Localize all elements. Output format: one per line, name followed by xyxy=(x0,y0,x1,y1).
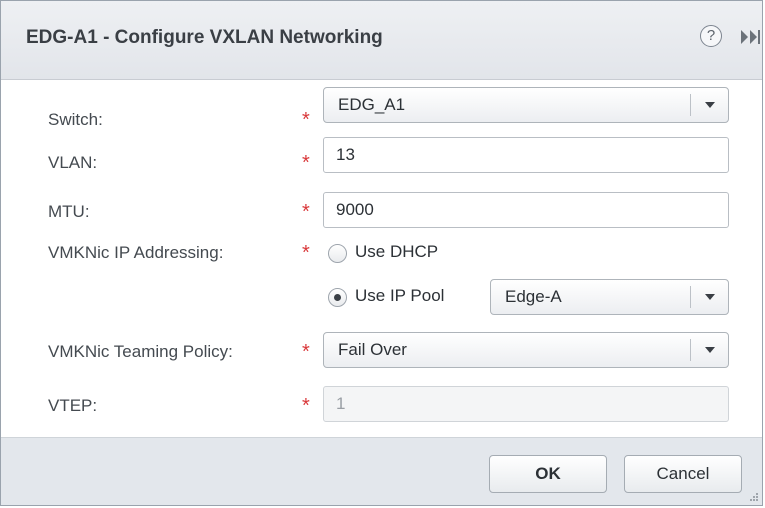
vmknic-ip-label: VMKNic IP Addressing: xyxy=(48,243,224,262)
dialog-header: EDG-A1 - Configure VXLAN Networking ? xyxy=(1,1,762,80)
teaming-policy-value: Fail Over xyxy=(338,340,407,359)
vlan-required-mark: * xyxy=(302,152,310,174)
teaming-policy-select[interactable]: Fail Over xyxy=(323,332,729,368)
chevron-down-icon xyxy=(705,102,715,108)
vmknic-ip-required-mark: * xyxy=(302,242,310,264)
resize-grip-icon[interactable] xyxy=(749,492,759,502)
switch-required-mark: * xyxy=(302,109,310,131)
configure-vxlan-dialog: EDG-A1 - Configure VXLAN Networking ? Sw… xyxy=(0,0,763,506)
use-ip-pool-radio[interactable] xyxy=(328,288,347,307)
vlan-input[interactable]: 13 xyxy=(323,137,729,173)
mtu-input[interactable]: 9000 xyxy=(323,192,729,228)
vtep-label: VTEP: xyxy=(48,396,98,415)
ip-pool-select-value: Edge-A xyxy=(505,287,562,306)
ip-pool-select[interactable]: Edge-A xyxy=(490,279,729,315)
vtep-required-mark: * xyxy=(302,395,310,417)
use-ip-pool-label[interactable]: Use IP Pool xyxy=(355,286,444,306)
use-dhcp-label[interactable]: Use DHCP xyxy=(355,242,438,262)
vtep-input: 1 xyxy=(323,386,729,422)
teaming-policy-label: VMKNic Teaming Policy: xyxy=(48,342,233,361)
cancel-button[interactable]: Cancel xyxy=(624,455,742,493)
vlan-label: VLAN: xyxy=(48,153,98,172)
ok-button[interactable]: OK xyxy=(489,455,607,493)
use-dhcp-radio[interactable] xyxy=(328,244,347,263)
switch-select-value: EDG_A1 xyxy=(338,95,406,114)
help-icon[interactable]: ? xyxy=(700,25,722,47)
switch-select[interactable]: EDG_A1 xyxy=(323,87,729,123)
teaming-required-mark: * xyxy=(302,341,310,363)
expand-icon[interactable] xyxy=(739,29,761,45)
mtu-required-mark: * xyxy=(302,201,310,223)
switch-label: Switch: xyxy=(48,110,103,129)
chevron-down-icon xyxy=(705,347,715,353)
mtu-label: MTU: xyxy=(48,202,90,221)
chevron-down-icon xyxy=(705,294,715,300)
dialog-title: EDG-A1 - Configure VXLAN Networking xyxy=(26,27,383,48)
